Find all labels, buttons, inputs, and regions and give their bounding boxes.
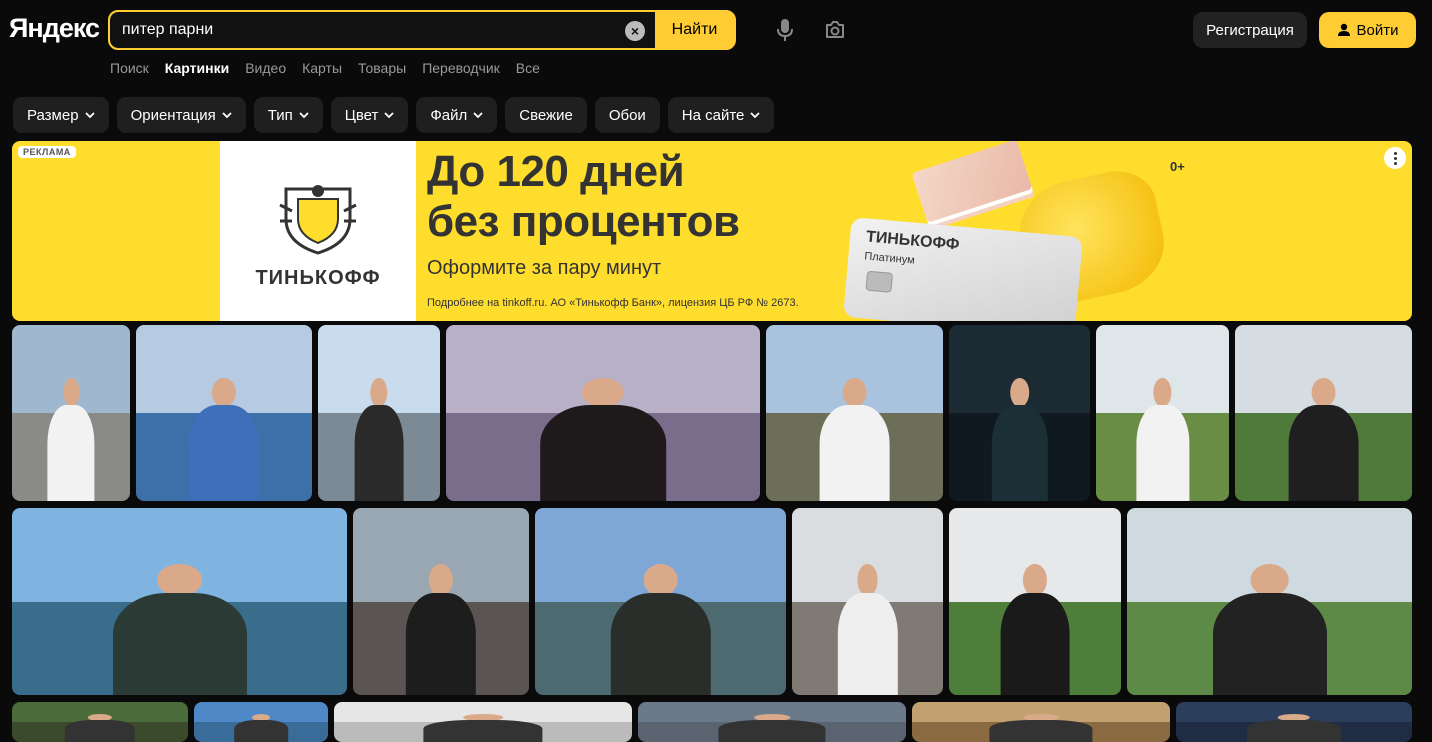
ad-headline: До 120 дней без процентов: [427, 147, 740, 246]
login-button[interactable]: Войти: [1319, 12, 1416, 48]
nav-products[interactable]: Товары: [358, 60, 406, 76]
image-result[interactable]: [1235, 325, 1412, 501]
ad-logo-box: ТИНЬКОФФ: [220, 141, 416, 321]
search-input[interactable]: [110, 12, 655, 48]
ad-banner[interactable]: РЕКЛАМА ТИНЬКОФФ До 120 дней без процент…: [12, 141, 1412, 321]
image-result[interactable]: [535, 508, 786, 695]
ad-fine-print: Подробнее на tinkoff.ru. АО «Тинькофф Ба…: [427, 297, 799, 309]
chevron-down-icon: [384, 112, 394, 119]
image-result[interactable]: [12, 702, 188, 742]
filter-on-site[interactable]: На сайте: [667, 97, 775, 133]
search-bar: × Найти: [108, 10, 736, 50]
nav-maps[interactable]: Карты: [302, 60, 342, 76]
image-result[interactable]: [1176, 702, 1412, 742]
image-result[interactable]: [1127, 508, 1412, 695]
filter-bar: Размер Ориентация Тип Цвет Файл Свежие О…: [13, 97, 775, 133]
nav-all[interactable]: Все: [516, 60, 540, 76]
header: Яндекс × Найти Регистрация Войти Поиск К…: [0, 0, 1432, 90]
card-chip-icon: [865, 270, 894, 293]
image-result[interactable]: [949, 325, 1090, 501]
image-result[interactable]: [638, 702, 906, 742]
filter-color[interactable]: Цвет: [330, 97, 409, 133]
yandex-logo[interactable]: Яндекс: [9, 13, 100, 44]
search-button[interactable]: Найти: [655, 12, 734, 48]
ad-label: РЕКЛАМА: [18, 146, 76, 158]
user-icon: [1337, 23, 1350, 36]
image-result[interactable]: [334, 702, 632, 742]
filter-fresh[interactable]: Свежие: [505, 97, 587, 133]
chevron-down-icon: [750, 112, 761, 119]
image-result[interactable]: [353, 508, 529, 695]
filter-type[interactable]: Тип: [253, 97, 323, 133]
ad-brand: ТИНЬКОФФ: [255, 267, 381, 289]
image-result[interactable]: [194, 702, 328, 742]
banknotes-image: [911, 141, 1033, 223]
tinkoff-emblem-icon: [279, 185, 357, 255]
image-result[interactable]: [912, 702, 1170, 742]
filter-wallpapers[interactable]: Обои: [594, 97, 660, 133]
image-result[interactable]: [12, 508, 347, 695]
image-result[interactable]: [1096, 325, 1229, 501]
nav-video[interactable]: Видео: [245, 60, 286, 76]
search-input-wrap: ×: [110, 12, 655, 48]
ad-subline: Оформите за пару минут: [427, 257, 662, 279]
camera-search-icon[interactable]: [823, 18, 847, 42]
chevron-down-icon: [299, 112, 309, 119]
filter-orientation[interactable]: Ориентация: [116, 97, 246, 133]
chevron-down-icon: [222, 112, 232, 119]
register-button[interactable]: Регистрация: [1193, 12, 1307, 48]
nav-translator[interactable]: Переводчик: [422, 60, 500, 76]
image-result[interactable]: [136, 325, 312, 501]
ad-more-icon[interactable]: [1384, 147, 1406, 169]
image-result[interactable]: [949, 508, 1121, 695]
image-result[interactable]: [792, 508, 943, 695]
image-result[interactable]: [446, 325, 760, 501]
nav-images[interactable]: Картинки: [165, 60, 229, 76]
service-nav: Поиск Картинки Видео Карты Товары Перево…: [110, 60, 540, 76]
filter-size[interactable]: Размер: [13, 97, 109, 133]
chevron-down-icon: [84, 112, 95, 119]
clear-search-icon[interactable]: ×: [625, 21, 645, 41]
login-label: Войти: [1356, 21, 1399, 39]
image-result[interactable]: [12, 325, 130, 501]
filter-file[interactable]: Файл: [416, 97, 498, 133]
image-result[interactable]: [766, 325, 943, 501]
ad-age-rating: 0+: [1170, 159, 1185, 174]
chevron-down-icon: [473, 112, 483, 119]
nav-search[interactable]: Поиск: [110, 60, 149, 76]
microphone-icon[interactable]: [775, 18, 795, 42]
image-result[interactable]: [318, 325, 440, 501]
